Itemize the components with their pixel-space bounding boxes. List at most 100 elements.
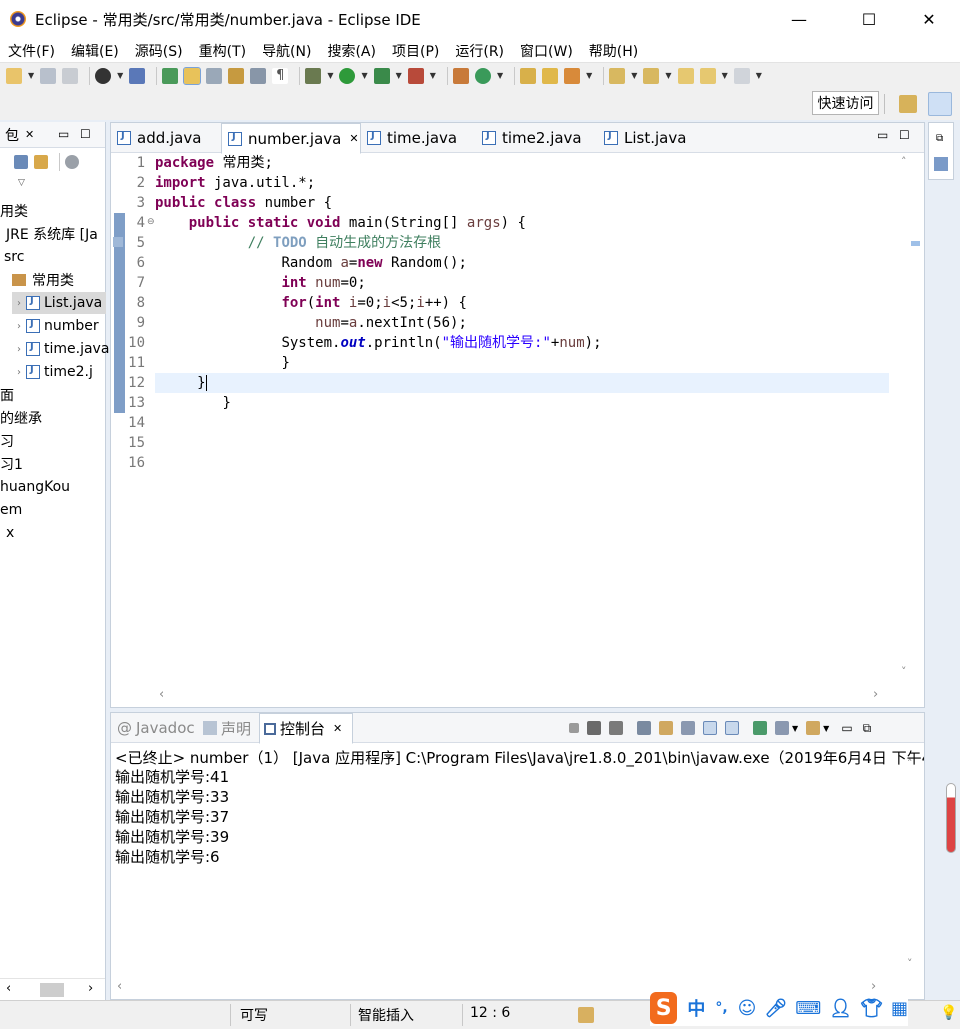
forward-arrow-icon[interactable] [733, 67, 750, 84]
link-editor-icon[interactable] [34, 155, 48, 169]
tree-item-project[interactable]: 用类 [0, 200, 28, 222]
chevron-right-icon[interactable]: › [12, 298, 26, 309]
task-marker-icon[interactable] [911, 241, 920, 246]
new-icon[interactable] [6, 67, 22, 84]
show-stderr-icon[interactable] [725, 721, 739, 735]
tab-time2-java[interactable]: time2.java [476, 123, 598, 153]
minimize-icon[interactable]: ▭ [841, 721, 852, 735]
chevron-down-icon[interactable]: ▼ [586, 71, 592, 80]
sogou-logo-icon[interactable]: S [650, 992, 678, 1024]
tree-item-project[interactable]: 习1 [0, 453, 23, 475]
run-icon[interactable] [339, 67, 356, 84]
chevron-right-icon[interactable]: › [12, 321, 26, 332]
code-area[interactable]: package 常用类; import java.util.*; public … [155, 153, 889, 687]
tree-item-src[interactable]: src [0, 246, 24, 268]
chevron-right-icon[interactable]: › [12, 367, 26, 378]
outline-view-icon[interactable] [934, 157, 948, 171]
previous-annotation-icon[interactable] [643, 67, 660, 84]
new-class-icon[interactable] [474, 67, 491, 84]
tree-item-package[interactable]: 常用类 [0, 269, 74, 291]
scroll-lock-icon[interactable] [659, 721, 673, 735]
emoji-icon[interactable]: ☺ [738, 998, 757, 1019]
tree-item-time2-java[interactable]: › time2.j [12, 361, 93, 383]
chevron-left-icon[interactable]: ‹ [159, 687, 164, 702]
chevron-down-icon[interactable]: ▼ [396, 71, 402, 80]
maximize-icon[interactable]: ☐ [899, 128, 910, 142]
menu-edit[interactable]: 编辑(E) [71, 41, 119, 61]
ime-mode-toggle[interactable]: 中 [687, 995, 705, 1021]
menu-help[interactable]: 帮助(H) [589, 41, 638, 61]
close-icon[interactable]: ✕ [25, 128, 34, 141]
clipboard-icon[interactable] [578, 1007, 594, 1023]
save-all-icon[interactable] [62, 67, 79, 84]
maximize-icon[interactable]: ☐ [80, 127, 91, 141]
lightbulb-icon[interactable]: 💡 [940, 1005, 957, 1021]
keyboard-icon[interactable]: ⌨ [795, 998, 821, 1019]
display-console-icon[interactable] [775, 721, 789, 735]
menu-file[interactable]: 文件(F) [8, 41, 55, 61]
tree-item-project[interactable]: 的继承 [0, 407, 42, 429]
microphone-icon[interactable]: 🎤︎ [764, 998, 787, 1019]
next-annotation-icon[interactable] [609, 67, 626, 84]
chevron-down-icon[interactable]: ▼ [722, 71, 728, 80]
chevron-down-icon[interactable]: ˅ [907, 957, 913, 970]
external-tools-icon[interactable] [407, 67, 424, 84]
toolbox-icon[interactable]: ▦ [891, 998, 908, 1019]
toggle-mark-icon[interactable] [206, 67, 223, 84]
chevron-up-icon[interactable]: ˄ [901, 155, 907, 168]
chevron-down-icon[interactable]: ▼ [631, 71, 637, 80]
menu-project[interactable]: 项目(P) [392, 41, 439, 61]
tab-console[interactable]: 控制台 ✕ [259, 713, 353, 744]
tree-item-list-java[interactable]: › List.java [12, 292, 106, 314]
chevron-down-icon[interactable]: ˅ [901, 665, 907, 678]
close-button[interactable]: ✕ [906, 0, 952, 38]
chevron-right-icon[interactable]: › [12, 344, 26, 355]
fold-collapse-icon[interactable]: ⊖ [147, 217, 155, 227]
clear-console-icon[interactable] [637, 721, 651, 735]
restore-icon[interactable]: ⧉ [936, 133, 943, 144]
remove-all-icon[interactable] [609, 721, 623, 735]
chevron-left-icon[interactable]: ‹ [6, 981, 11, 996]
tree-item-project[interactable]: huangKou [0, 476, 70, 498]
chevron-down-icon[interactable]: ▼ [327, 71, 333, 80]
back-arrow-icon[interactable] [699, 67, 716, 84]
menu-navigate[interactable]: 导航(N) [262, 41, 311, 61]
minimize-icon[interactable]: ▭ [58, 127, 69, 141]
user-icon[interactable] [95, 67, 112, 84]
new-java-project-icon[interactable] [452, 67, 469, 84]
tab-javadoc[interactable]: @ Javadoc [117, 713, 195, 743]
tab-list-java[interactable]: List.java [598, 123, 708, 153]
open-type-icon[interactable] [520, 67, 537, 84]
chevron-up-icon[interactable]: ˄ [907, 757, 913, 770]
view-menu-chevron-down-icon[interactable]: ▽ [18, 178, 25, 188]
save-icon[interactable] [40, 67, 57, 84]
package-explorer-title[interactable]: 包 [5, 125, 19, 145]
open-perspective-icon[interactable] [899, 95, 917, 113]
pin-console-icon[interactable] [753, 721, 767, 735]
tree-item-time-java[interactable]: › time.java [12, 338, 109, 360]
tree-item-project[interactable]: 面 [0, 384, 14, 406]
tree-item-project[interactable]: 习 [0, 430, 14, 452]
tree-item-project[interactable]: em [0, 499, 22, 521]
horizontal-scrollbar[interactable]: ‹ › [155, 687, 885, 707]
search-icon[interactable] [564, 67, 581, 84]
chevron-down-icon[interactable]: ▼ [756, 71, 762, 80]
pilcrow-icon[interactable]: ¶ [272, 67, 289, 84]
show-whitespace-icon[interactable] [250, 67, 267, 84]
open-console-icon[interactable] [806, 721, 821, 735]
open-folder-icon[interactable] [542, 67, 559, 84]
chevron-down-icon[interactable]: ▼ [823, 724, 829, 733]
chevron-down-icon[interactable]: ▼ [497, 71, 503, 80]
close-icon[interactable]: ✕ [349, 132, 358, 145]
debug-icon[interactable] [305, 67, 322, 84]
tab-time-java[interactable]: time.java [361, 123, 476, 153]
chevron-left-icon[interactable]: ‹ [117, 979, 122, 994]
tab-add-java[interactable]: add.java [111, 123, 221, 153]
chevron-down-icon[interactable]: ▼ [792, 724, 798, 733]
menu-search[interactable]: 搜索(A) [327, 41, 376, 61]
user-icon[interactable]: 👤︎ [829, 998, 852, 1019]
close-icon[interactable]: ✕ [333, 722, 342, 735]
block-select-icon[interactable] [228, 67, 245, 84]
chevron-right-icon[interactable]: › [873, 687, 878, 702]
restore-icon[interactable]: ⧉ [863, 721, 872, 736]
